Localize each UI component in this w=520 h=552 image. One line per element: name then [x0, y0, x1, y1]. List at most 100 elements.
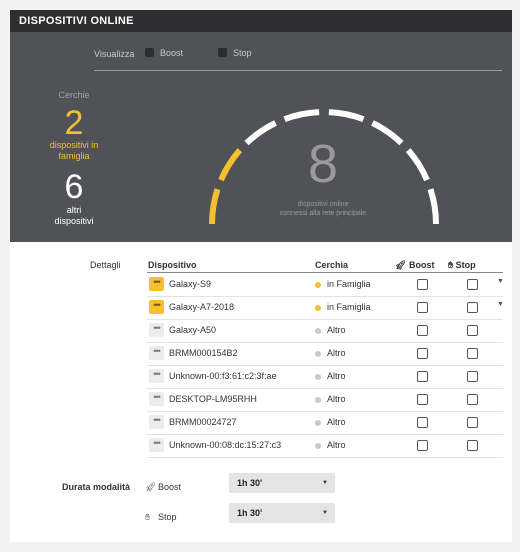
- device-name: DESKTOP-LM95RHH: [169, 394, 257, 404]
- gauge-segment: [427, 188, 439, 225]
- stop-checkbox[interactable]: [467, 394, 478, 405]
- boost-icon: 🚀︎: [395, 260, 407, 270]
- gauge-caption-line1: dispositivi online: [297, 201, 349, 208]
- stop-checkbox[interactable]: [467, 348, 478, 359]
- col-stop-label: Stop: [455, 260, 476, 270]
- device-name: BRMM00024727: [169, 417, 237, 427]
- stop-checkbox[interactable]: [467, 325, 478, 336]
- online-total: 8: [307, 134, 339, 194]
- duration-label: Durata modalità: [62, 482, 131, 492]
- summary-panel: Visualizza Boost Stop Cerchie 2 disposit…: [10, 32, 512, 242]
- circle-status-dot: [315, 282, 321, 288]
- table-row: ••• Unknown-00:08:dc:15:27:c3 Altro: [147, 434, 503, 458]
- family-count: 2: [64, 104, 84, 142]
- device-avatar-icon: •••: [149, 300, 164, 314]
- table-row: ••• BRMM00024727 Altro: [147, 411, 503, 435]
- device-name: Galaxy-A50: [169, 325, 217, 335]
- stop-checkbox[interactable]: [467, 417, 478, 428]
- device-circle: Altro: [327, 440, 346, 450]
- stop-checkbox[interactable]: [467, 440, 478, 451]
- gauge-segment: [371, 120, 404, 146]
- other-count: 6: [64, 168, 84, 206]
- boost-checkbox[interactable]: [417, 279, 428, 290]
- circle-status-dot: [315, 328, 321, 334]
- stop-duration-select[interactable]: 1h 30' ▼: [229, 503, 335, 523]
- filter-label: Visualizza: [94, 49, 135, 59]
- filter-stop-label: Stop: [233, 48, 252, 58]
- other-description: altri dispositivi: [34, 205, 114, 227]
- filter-stop-checkbox[interactable]: [218, 48, 227, 57]
- gauge-segment-family: [218, 148, 243, 182]
- expand-chevron-icon[interactable]: ▼: [497, 301, 504, 308]
- stop-checkbox[interactable]: [467, 371, 478, 382]
- table-row: ••• Galaxy-S9 in Famiglia ▼: [147, 273, 504, 297]
- device-circle: in Famiglia: [327, 279, 371, 289]
- stop-duration-value: 1h 30': [237, 508, 263, 518]
- hand-icon: ✋︎: [145, 512, 151, 522]
- filter-boost-checkbox[interactable]: [145, 48, 154, 57]
- table-row: ••• Galaxy-A7-2018 in Famiglia ▼: [147, 296, 504, 320]
- device-avatar-icon: •••: [149, 392, 164, 406]
- device-avatar-icon: •••: [149, 323, 164, 337]
- device-circle: in Famiglia: [327, 302, 371, 312]
- online-devices-card: DISPOSITIVI ONLINE Visualizza Boost Stop…: [10, 10, 512, 542]
- boost-checkbox[interactable]: [417, 371, 428, 382]
- duration-boost-label: Boost: [158, 482, 182, 492]
- circle-status-dot: [315, 397, 321, 403]
- table-row: ••• BRMM000154B2 Altro: [147, 342, 503, 366]
- device-name: Galaxy-A7-2018: [169, 302, 235, 312]
- boost-checkbox[interactable]: [417, 394, 428, 405]
- col-stop: ✋︎ Stop: [448, 260, 476, 271]
- device-avatar-icon: •••: [149, 346, 164, 360]
- device-circle: Altro: [327, 394, 346, 404]
- boost-duration-value: 1h 30': [237, 478, 263, 488]
- card-title: DISPOSITIVI ONLINE: [10, 10, 512, 32]
- col-boost: 🚀︎ Boost: [395, 260, 434, 271]
- details-label: Dettagli: [90, 260, 121, 270]
- expand-chevron-icon[interactable]: ▼: [497, 278, 504, 285]
- circle-status-dot: [315, 351, 321, 357]
- device-avatar-icon: •••: [149, 415, 164, 429]
- device-name: Unknown-00:f3:61:c2:3f:ae: [169, 371, 277, 381]
- stop-checkbox[interactable]: [467, 279, 478, 290]
- circle-status-dot: [315, 443, 321, 449]
- gauge-segment: [283, 109, 320, 123]
- chevron-down-icon: ▼: [322, 480, 328, 486]
- circle-status-dot: [315, 374, 321, 380]
- stop-checkbox[interactable]: [467, 302, 478, 313]
- col-circle: Cerchia: [315, 260, 349, 270]
- circle-status-dot: [315, 420, 321, 426]
- circle-status-dot: [315, 305, 321, 311]
- device-circle: Altro: [327, 325, 346, 335]
- device-circle: Altro: [327, 417, 346, 427]
- gauge-segment-family: [209, 188, 221, 225]
- other-desc-line1: altri: [66, 205, 82, 215]
- table-row: ••• DESKTOP-LM95RHH Altro: [147, 388, 503, 412]
- device-name: BRMM000154B2: [169, 348, 238, 358]
- table-row: ••• Unknown-00:f3:61:c2:3f:ae Altro: [147, 365, 503, 389]
- device-avatar-icon: •••: [149, 277, 164, 291]
- col-boost-label: Boost: [408, 260, 435, 270]
- boost-checkbox[interactable]: [417, 325, 428, 336]
- device-avatar-icon: •••: [149, 369, 164, 383]
- boost-checkbox[interactable]: [417, 348, 428, 359]
- other-desc-line2: dispositivi: [54, 216, 94, 226]
- device-avatar-icon: •••: [149, 438, 164, 452]
- filter-boost-label: Boost: [160, 48, 184, 58]
- gauge-caption-line2: connessi alla rete principale: [279, 210, 367, 217]
- device-circle: Altro: [327, 348, 346, 358]
- gauge-segment: [405, 148, 430, 182]
- gauge-segment: [244, 120, 277, 146]
- cerchie-label: Cerchie: [58, 90, 90, 100]
- boost-duration-select[interactable]: 1h 30' ▼: [229, 473, 335, 493]
- boost-checkbox[interactable]: [417, 440, 428, 451]
- hand-icon: ✋︎: [448, 260, 454, 270]
- family-desc-line2: famiglia: [58, 151, 90, 161]
- device-name: Unknown-00:08:dc:15:27:c3: [169, 440, 282, 450]
- duration-stop-label: Stop: [158, 512, 177, 522]
- boost-checkbox[interactable]: [417, 302, 428, 313]
- family-description: dispositivi in famiglia: [34, 140, 114, 162]
- boost-icon: 🚀︎: [145, 482, 157, 492]
- boost-checkbox[interactable]: [417, 417, 428, 428]
- family-desc-line1: dispositivi in: [49, 140, 99, 150]
